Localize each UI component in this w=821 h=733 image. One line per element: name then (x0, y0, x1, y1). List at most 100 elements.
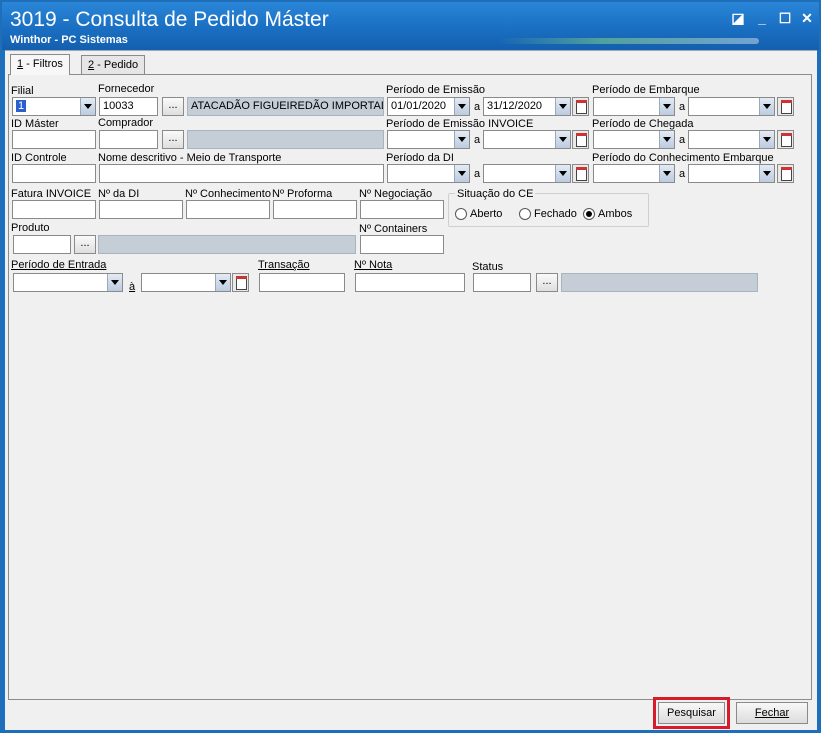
num-negociacao-input[interactable] (360, 200, 444, 219)
radio-ambos-label: Ambos (598, 208, 633, 220)
periodo-chegada-label: Período de Chegada (592, 118, 694, 130)
window-title: 3019 - Consulta de Pedido Máster (10, 8, 329, 31)
periodo-di-to[interactable] (483, 164, 571, 183)
title-bar: 3019 - Consulta de Pedido Máster Winthor… (2, 2, 819, 50)
comprador-name-field (187, 130, 384, 149)
tab-pedido-label: - Pedido (94, 59, 139, 71)
produto-code-input[interactable] (13, 235, 71, 254)
id-master-label: ID Máster (11, 118, 59, 130)
periodo-chegada-from[interactable] (593, 130, 675, 149)
transacao-label: Transação (258, 259, 310, 271)
num-di-input[interactable] (99, 200, 183, 219)
id-controle-input[interactable] (12, 164, 96, 183)
fornecedor-name-field: ATACADÃO FIGUEIREDÃO IMPORTADÃO (187, 97, 384, 116)
num-nota-label: Nº Nota (354, 259, 392, 271)
periodo-di-from[interactable] (387, 164, 470, 183)
periodo-emissao-to-value: 31/12/2020 (487, 100, 543, 112)
range-separator: a (474, 134, 481, 146)
calendar-icon[interactable] (572, 97, 589, 116)
radio-aberto-label: Aberto (470, 208, 503, 220)
num-di-label: Nº da DI (98, 188, 140, 200)
chevron-down-icon[interactable] (215, 274, 230, 291)
chevron-down-icon[interactable] (759, 98, 774, 115)
title-decoration (499, 38, 759, 44)
chevron-down-icon[interactable] (659, 165, 674, 182)
search-button[interactable]: Pesquisar (658, 702, 725, 724)
restore-icon[interactable]: ◪ (730, 10, 746, 26)
radio-fechado[interactable]: Fechado (519, 208, 577, 220)
calendar-icon[interactable] (777, 130, 794, 149)
chevron-down-icon[interactable] (759, 165, 774, 182)
close-icon[interactable]: ✕ (799, 10, 815, 26)
minimize-icon[interactable]: _ (754, 10, 770, 26)
produto-browse-button[interactable]: ... (74, 235, 96, 254)
range-separator: a (474, 101, 481, 113)
range-separator: a (474, 168, 481, 180)
range-separator: a (679, 134, 686, 146)
calendar-icon[interactable] (777, 164, 794, 183)
tab-pedido[interactable]: 2 - Pedido (81, 55, 146, 74)
calendar-icon[interactable] (232, 273, 249, 292)
chevron-down-icon[interactable] (555, 98, 570, 115)
periodo-emissao-invoice-from[interactable] (387, 130, 470, 149)
calendar-icon[interactable] (572, 130, 589, 149)
close-button[interactable]: Fechar (736, 702, 808, 724)
comprador-code-input[interactable] (99, 130, 158, 149)
tab-filtros[interactable]: 1 - Filtros (10, 54, 70, 75)
range-separator: a (679, 101, 686, 113)
periodo-entrada-from[interactable] (13, 273, 123, 292)
periodo-emissao-invoice-label: Período de Emissão INVOICE (386, 118, 534, 130)
id-master-input[interactable] (12, 130, 96, 149)
range-separator: à (129, 281, 135, 293)
transacao-input[interactable] (259, 273, 345, 292)
nome-descritivo-input[interactable] (99, 164, 384, 183)
num-containers-input[interactable] (360, 235, 444, 254)
radio-circle-icon (455, 208, 467, 220)
status-label: Status (472, 261, 504, 273)
radio-fechado-label: Fechado (534, 208, 577, 220)
chevron-down-icon[interactable] (454, 165, 469, 182)
chevron-down-icon[interactable] (454, 131, 469, 148)
chevron-down-icon[interactable] (80, 98, 95, 115)
num-nota-input[interactable] (355, 273, 465, 292)
produto-name-field (98, 235, 356, 254)
chevron-down-icon[interactable] (759, 131, 774, 148)
comprador-browse-button[interactable]: ... (162, 130, 184, 149)
periodo-conhecimento-label: Período do Conhecimento Embarque (592, 152, 774, 164)
num-conhecimento-input[interactable] (186, 200, 270, 219)
calendar-icon[interactable] (572, 164, 589, 183)
maximize-icon[interactable]: ☐ (777, 10, 793, 26)
chevron-down-icon[interactable] (454, 98, 469, 115)
close-button-label: Fechar (754, 707, 790, 719)
periodo-emissao-to[interactable]: 31/12/2020 (483, 97, 571, 116)
status-code-input[interactable] (473, 273, 531, 292)
chevron-down-icon[interactable] (555, 165, 570, 182)
periodo-embarque-from[interactable] (593, 97, 675, 116)
chevron-down-icon[interactable] (107, 274, 122, 291)
periodo-emissao-invoice-to[interactable] (483, 130, 571, 149)
chevron-down-icon[interactable] (555, 131, 570, 148)
periodo-conhecimento-from[interactable] (593, 164, 675, 183)
periodo-embarque-label: Período de Embarque (592, 84, 700, 96)
radio-aberto[interactable]: Aberto (455, 208, 502, 220)
periodo-entrada-sep: à (129, 281, 136, 293)
calendar-icon[interactable] (777, 97, 794, 116)
transacao-text: Transação (258, 259, 310, 271)
fornecedor-code-input[interactable]: 10033 (99, 97, 158, 116)
radio-selected-icon (583, 208, 595, 220)
periodo-chegada-to[interactable] (688, 130, 775, 149)
client-area: 1 - Filtros 2 - Pedido Filial Fornecedor… (5, 50, 817, 730)
periodo-conhecimento-to[interactable] (688, 164, 775, 183)
chevron-down-icon[interactable] (659, 98, 674, 115)
periodo-emissao-from[interactable]: 01/01/2020 (387, 97, 470, 116)
radio-ambos[interactable]: Ambos (583, 208, 632, 220)
periodo-di-label: Período da DI (386, 152, 454, 164)
status-browse-button[interactable]: ... (536, 273, 558, 292)
filial-select[interactable]: 1 (12, 97, 96, 116)
num-proforma-input[interactable] (273, 200, 357, 219)
periodo-entrada-to[interactable] (141, 273, 231, 292)
fornecedor-browse-button[interactable]: ... (162, 97, 184, 116)
fatura-invoice-input[interactable] (12, 200, 96, 219)
chevron-down-icon[interactable] (659, 131, 674, 148)
periodo-embarque-to[interactable] (688, 97, 775, 116)
